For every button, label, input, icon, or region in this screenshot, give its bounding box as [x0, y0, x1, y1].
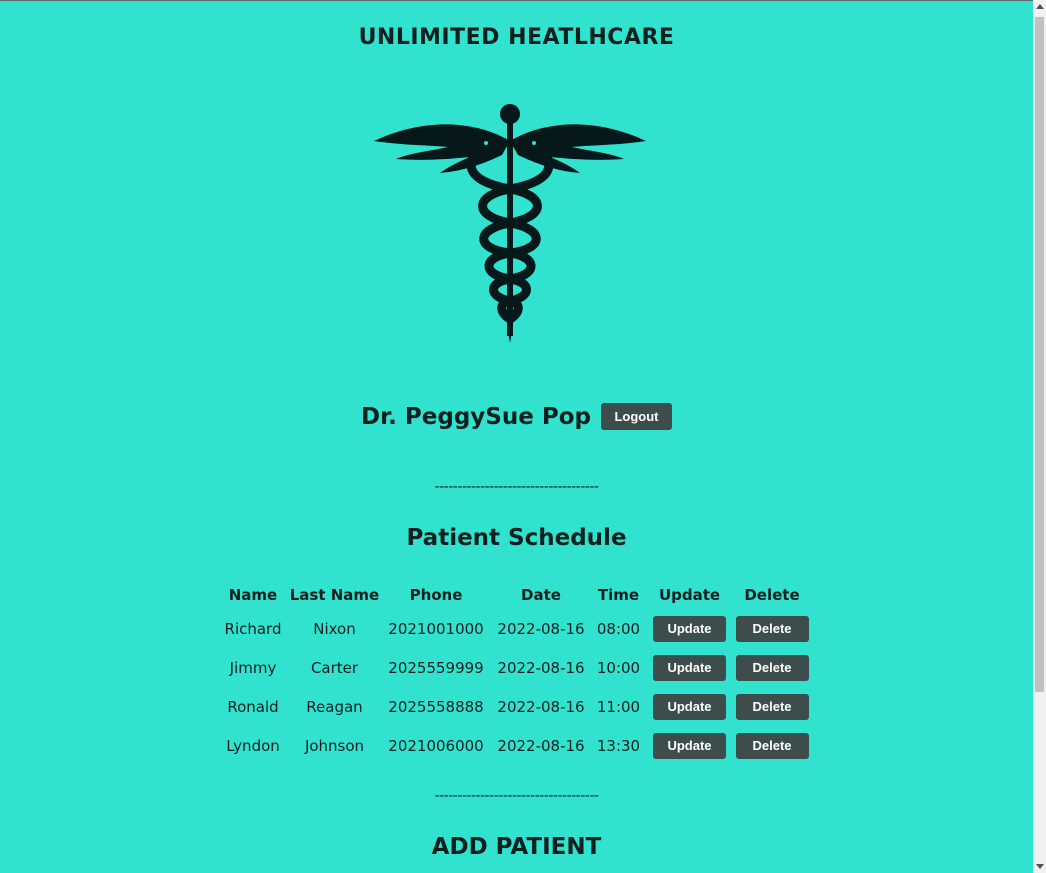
cell-date: 2022-08-16 — [497, 697, 585, 716]
cell-name: Richard — [224, 619, 282, 638]
table-row: Jimmy Carter 2025559999 2022-08-16 10:00… — [219, 648, 810, 687]
scrollbar-thumb[interactable] — [1035, 17, 1044, 692]
column-header-time: Time — [597, 586, 640, 604]
divider: ------------------------------------ — [434, 788, 599, 804]
divider: ------------------------------------ — [434, 479, 599, 495]
cell-time: 08:00 — [596, 619, 641, 638]
doctor-name: Dr. PeggySue Pop — [361, 403, 591, 430]
vertical-scrollbar[interactable] — [1033, 0, 1046, 873]
table-row: Lyndon Johnson 2021006000 2022-08-16 13:… — [219, 726, 810, 765]
update-button[interactable]: Update — [653, 615, 726, 642]
cell-update: Update — [645, 687, 734, 726]
column-header-name: Name — [228, 586, 278, 604]
cell-name: Ronald — [227, 697, 279, 716]
cell-delete: Delete — [734, 687, 810, 726]
column-header-update: Update — [658, 586, 721, 604]
cell-phone: 2025558888 — [388, 697, 484, 716]
column-header-phone: Phone — [409, 586, 463, 604]
table-row: Richard Nixon 2021001000 2022-08-16 08:0… — [219, 609, 810, 648]
cell-update: Update — [645, 648, 734, 687]
delete-button[interactable]: Delete — [735, 654, 809, 681]
cell-last-name: Carter — [310, 658, 359, 677]
cell-name: Lyndon — [226, 736, 280, 755]
cell-phone: 2021006000 — [388, 736, 484, 755]
logout-button[interactable]: Logout — [600, 403, 672, 430]
doctor-row: Dr. PeggySue Pop Logout — [0, 403, 1033, 430]
update-button[interactable]: Update — [653, 732, 726, 759]
cell-time: 13:30 — [596, 736, 641, 755]
column-header-last-name: Last Name — [289, 586, 380, 604]
cell-date: 2022-08-16 — [497, 658, 585, 677]
table-header-row: Name Last Name Phone Date Time Update De… — [219, 581, 810, 609]
cell-update: Update — [645, 609, 734, 648]
cell-last-name: Johnson — [304, 736, 365, 755]
column-header-date: Date — [521, 586, 561, 604]
update-button[interactable]: Update — [653, 693, 726, 720]
cell-update: Update — [645, 726, 734, 765]
patient-schedule-table: Name Last Name Phone Date Time Update De… — [219, 581, 810, 765]
cell-last-name: Reagan — [306, 697, 363, 716]
cell-date: 2022-08-16 — [497, 736, 585, 755]
column-header-delete: Delete — [744, 586, 800, 604]
cell-time: 11:00 — [596, 697, 641, 716]
delete-button[interactable]: Delete — [735, 693, 809, 720]
scroll-up-arrow-icon[interactable] — [1036, 4, 1044, 9]
update-button[interactable]: Update — [653, 654, 726, 681]
cell-name: Jimmy — [229, 658, 277, 677]
cell-phone: 2025559999 — [388, 658, 484, 677]
app-title: UNLIMITED HEATLHCARE — [358, 25, 675, 50]
cell-time: 10:00 — [596, 658, 641, 677]
page: UNLIMITED HEATLHCARE Dr. PeggySue Pop Lo… — [0, 0, 1033, 873]
delete-button[interactable]: Delete — [735, 732, 809, 759]
delete-button[interactable]: Delete — [735, 615, 809, 642]
scroll-down-arrow-icon[interactable] — [1036, 864, 1044, 869]
schedule-title: Patient Schedule — [406, 525, 627, 551]
cell-last-name: Nixon — [313, 619, 356, 638]
cell-delete: Delete — [734, 609, 810, 648]
cell-delete: Delete — [734, 648, 810, 687]
cell-phone: 2021001000 — [388, 619, 484, 638]
add-patient-title: ADD PATIENT — [431, 834, 602, 860]
caduceus-icon — [374, 104, 646, 343]
table-row: Ronald Reagan 2025558888 2022-08-16 11:0… — [219, 687, 810, 726]
cell-delete: Delete — [734, 726, 810, 765]
cell-date: 2022-08-16 — [497, 619, 585, 638]
